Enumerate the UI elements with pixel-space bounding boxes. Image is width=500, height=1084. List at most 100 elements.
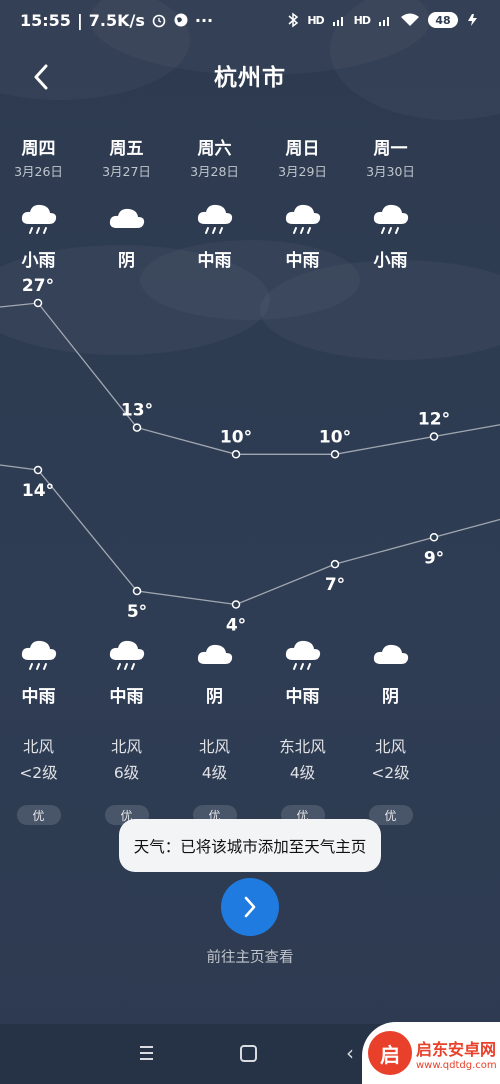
night-condition: 阴	[382, 687, 399, 707]
more-notifications-icon: ···	[194, 10, 214, 30]
day-column: 周四 3月26日 小雨	[0, 136, 88, 271]
charging-icon	[468, 14, 477, 26]
cloud-icon	[373, 644, 408, 664]
high-temp-point	[330, 450, 340, 459]
cloud-icon	[197, 644, 232, 664]
day-name: 周五	[109, 139, 144, 159]
day-column: 周日 3月29日 中雨	[253, 136, 352, 271]
goto-home-button[interactable]	[221, 878, 279, 936]
night-forecast-row: 中雨 北风 <2级 优 中雨 北风 6级 优 阴 北风 4级 优 中雨 东北风 …	[0, 636, 500, 825]
low-temp-point	[231, 600, 241, 609]
day-date: 3月26日	[14, 164, 63, 179]
high-temp-point	[231, 450, 241, 459]
bluetooth-icon	[288, 12, 299, 28]
day-condition: 小雨	[373, 251, 408, 271]
menu-icon[interactable]	[134, 1041, 158, 1065]
day-column: 周一 3月30日 小雨	[341, 136, 440, 271]
day-column: 周五 3月27日 阴	[77, 136, 176, 271]
high-temp-point	[429, 432, 439, 441]
wind-level: 6级	[113, 764, 140, 782]
home-icon[interactable]	[240, 1045, 257, 1062]
high-temp-label: 10°	[319, 427, 351, 447]
wind-level: <2级	[19, 764, 58, 782]
low-temp-point	[429, 533, 439, 542]
wind-direction: 东北风	[279, 738, 326, 756]
night-column: 阴 北风 <2级 优	[341, 636, 440, 825]
rain-cloud-icon	[21, 640, 56, 670]
high-temp-label: 13°	[121, 401, 153, 421]
temperature-chart: 27° 13° 10° 10° 12° 14° 5° 4° 7° 9°	[0, 276, 500, 636]
header: 杭州市	[0, 50, 500, 100]
day-condition: 中雨	[285, 251, 320, 271]
wind-direction: 北风	[198, 738, 230, 756]
high-temp-label: 12°	[418, 410, 450, 430]
alarm-icon	[152, 14, 166, 28]
back-icon[interactable]: ‹	[346, 1041, 354, 1065]
day-date: 3月29日	[278, 164, 327, 179]
day-condition: 小雨	[21, 251, 56, 271]
rain-cloud-icon	[285, 640, 320, 670]
low-temp-label: 14°	[22, 481, 54, 501]
network-speed: 7.5K/s	[88, 10, 145, 30]
day-condition: 中雨	[197, 251, 232, 271]
low-temp-point	[330, 559, 340, 569]
day-name: 周日	[285, 139, 320, 159]
low-temp-point	[132, 586, 142, 596]
high-temp-label: 10°	[220, 427, 252, 447]
night-column: 中雨 北风 6级 优	[77, 636, 176, 825]
watermark-url: www.qdtdg.com	[416, 1059, 497, 1071]
day-date: 3月30日	[366, 164, 415, 179]
signal-1-icon: HD	[307, 13, 324, 27]
low-temp-label: 5°	[127, 602, 147, 622]
aqi-badge: 优	[16, 805, 61, 825]
high-temp-point	[132, 423, 142, 432]
toast-message: 天气：已将该城市添加至天气主页	[119, 819, 381, 872]
chevron-right-icon	[244, 896, 256, 918]
battery-indicator: 48	[428, 12, 458, 28]
day-date: 3月28日	[190, 164, 239, 179]
cloud-icon	[109, 208, 144, 228]
page-title: 杭州市	[214, 65, 286, 91]
day-date: 3月27日	[102, 164, 151, 179]
rain-cloud-icon	[373, 204, 408, 234]
chevron-left-icon	[34, 64, 48, 90]
day-name: 周四	[21, 139, 56, 159]
rain-cloud-icon	[197, 204, 232, 234]
day-condition: 阴	[118, 251, 135, 271]
night-column: 中雨 北风 <2级 优	[0, 636, 88, 825]
rain-cloud-icon	[109, 640, 144, 670]
night-condition: 阴	[206, 687, 223, 707]
night-condition: 中雨	[285, 687, 320, 707]
day-forecast-row: 周四 3月26日 小雨 周五 3月27日 阴 周六 3月28日 中雨 周日 3月…	[0, 136, 500, 271]
high-temp-label: 27°	[22, 276, 54, 296]
rain-cloud-icon	[285, 204, 320, 234]
status-time: 15:55	[20, 10, 71, 30]
globe-icon	[174, 13, 188, 27]
high-temp-point	[33, 298, 43, 308]
day-name: 周一	[373, 139, 408, 159]
wind-direction: 北风	[374, 738, 406, 756]
wind-direction: 北风	[110, 738, 142, 756]
back-button[interactable]	[24, 60, 58, 94]
night-condition: 中雨	[109, 687, 144, 707]
rain-cloud-icon	[21, 204, 56, 234]
night-column: 阴 北风 4级 优	[165, 636, 264, 825]
signal-2-icon: HD	[353, 13, 371, 27]
low-temp-line	[0, 464, 500, 606]
night-column: 中雨 东北风 4级 优	[253, 636, 352, 825]
low-temp-point	[33, 465, 43, 475]
day-column: 周六 3月28日 中雨	[165, 136, 264, 271]
low-temp-label: 9°	[424, 548, 444, 568]
day-name: 周六	[197, 139, 232, 159]
watermark-name: 启东安卓网	[416, 1039, 497, 1059]
watermark-logo: 启	[368, 1031, 412, 1075]
status-bar: 15:55 | 7.5K/s ··· HD HD 48	[0, 0, 500, 40]
wind-level: 4级	[289, 764, 316, 782]
wifi-icon	[401, 13, 419, 26]
watermark: 启 启东安卓网 www.qdtdg.com	[362, 1022, 500, 1084]
goto-home-label[interactable]: 前往主页查看	[0, 946, 500, 967]
wind-level: 4级	[201, 764, 228, 782]
night-condition: 中雨	[21, 687, 56, 707]
wind-direction: 北风	[22, 738, 54, 756]
low-temp-label: 4°	[226, 616, 246, 636]
